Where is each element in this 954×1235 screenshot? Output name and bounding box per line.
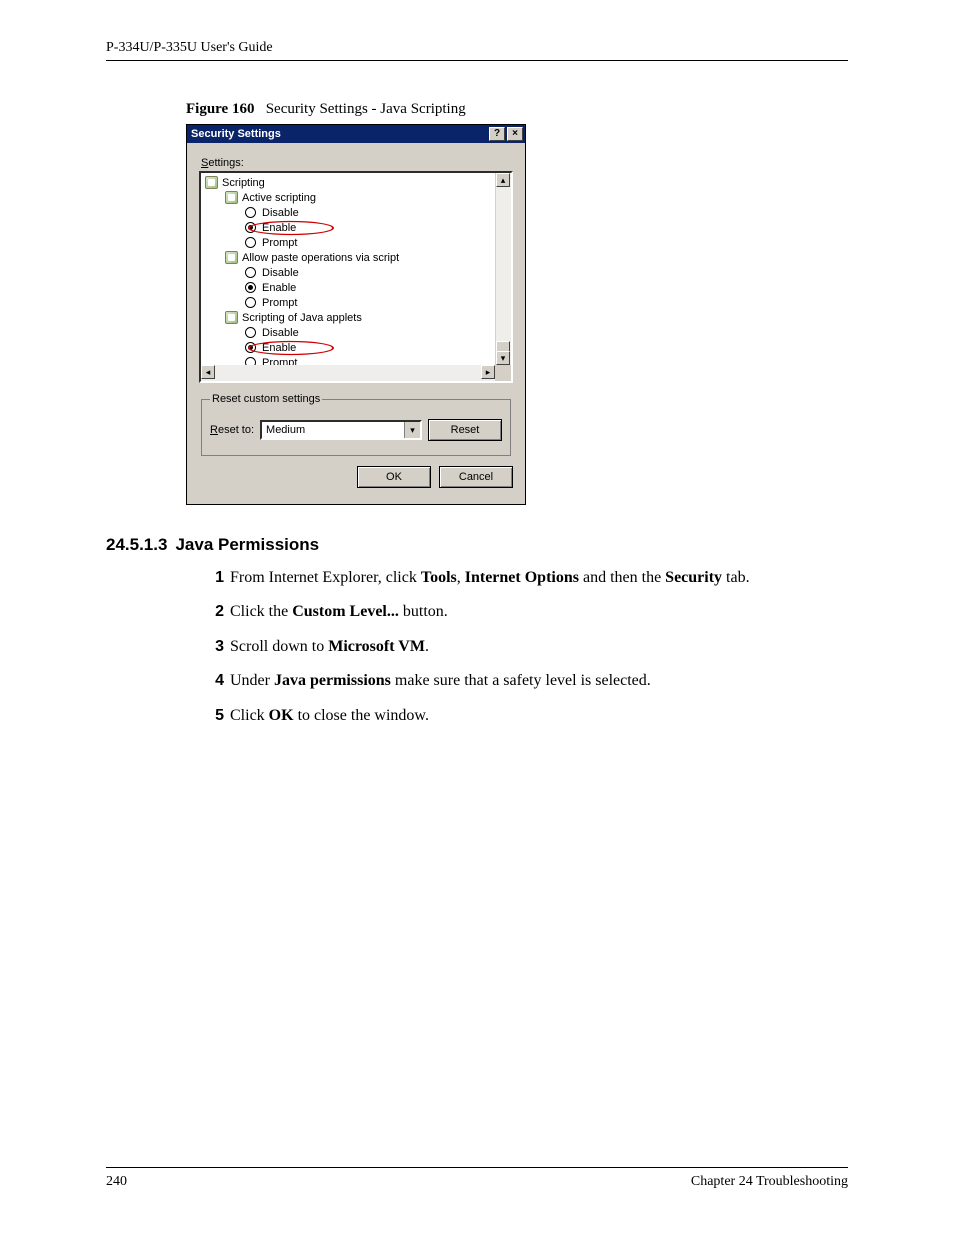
tree-active-scripting: Active scripting bbox=[203, 190, 495, 205]
page-header: P-334U/P-335U User's Guide bbox=[106, 40, 848, 61]
security-settings-dialog: Security Settings ? × Settings: Scriptin… bbox=[186, 124, 526, 505]
horizontal-scrollbar[interactable]: ◂ ▸ bbox=[201, 365, 495, 381]
radio-icon bbox=[245, 357, 256, 365]
script-icon bbox=[225, 191, 238, 204]
radio-enable[interactable]: Enable bbox=[203, 280, 495, 295]
step-number: 3 bbox=[206, 636, 224, 658]
scroll-up-button[interactable]: ▴ bbox=[496, 173, 510, 187]
step-3: 3 Scroll down to Microsoft VM. bbox=[206, 636, 848, 658]
section-number: 24.5.1.3 bbox=[106, 535, 167, 554]
script-icon bbox=[205, 176, 218, 189]
radio-icon bbox=[245, 342, 256, 353]
step-number: 2 bbox=[206, 601, 224, 623]
settings-label: Settings: bbox=[201, 157, 513, 169]
radio-disable[interactable]: Disable bbox=[203, 265, 495, 280]
settings-tree: Scripting Active scripting Disable bbox=[199, 171, 513, 383]
page-number: 240 bbox=[106, 1174, 127, 1190]
radio-prompt[interactable]: Prompt bbox=[203, 355, 495, 365]
script-icon bbox=[225, 251, 238, 264]
close-button[interactable]: × bbox=[507, 127, 523, 141]
tree-root: Scripting bbox=[203, 175, 495, 190]
chapter-label: Chapter 24 Troubleshooting bbox=[691, 1174, 848, 1190]
step-5: 5 Click OK to close the window. bbox=[206, 705, 848, 727]
dialog-titlebar: Security Settings ? × bbox=[187, 125, 525, 143]
radio-prompt[interactable]: Prompt bbox=[203, 295, 495, 310]
vertical-scrollbar[interactable]: ▴ ▾ bbox=[495, 173, 511, 365]
step-4: 4 Under Java permissions make sure that … bbox=[206, 670, 848, 692]
radio-icon bbox=[245, 282, 256, 293]
figure-title: Security Settings - Java Scripting bbox=[266, 101, 466, 117]
radio-enable[interactable]: Enable bbox=[203, 220, 495, 235]
step-number: 5 bbox=[206, 705, 224, 727]
radio-icon bbox=[245, 267, 256, 278]
ok-button[interactable]: OK bbox=[357, 466, 431, 488]
scroll-right-button[interactable]: ▸ bbox=[481, 365, 495, 379]
radio-disable[interactable]: Disable bbox=[203, 325, 495, 340]
section-heading: 24.5.1.3 Java Permissions bbox=[106, 535, 848, 555]
figure-label: Figure 160 bbox=[186, 101, 254, 117]
step-1: 1 From Internet Explorer, click Tools, I… bbox=[206, 567, 848, 589]
radio-icon bbox=[245, 327, 256, 338]
scroll-left-button[interactable]: ◂ bbox=[201, 365, 215, 379]
radio-disable[interactable]: Disable bbox=[203, 205, 495, 220]
cancel-button[interactable]: Cancel bbox=[439, 466, 513, 488]
reset-legend: Reset custom settings bbox=[210, 393, 322, 405]
tree-allow-paste: Allow paste operations via script bbox=[203, 250, 495, 265]
tree-content[interactable]: Scripting Active scripting Disable bbox=[201, 173, 495, 365]
section-title: Java Permissions bbox=[175, 535, 319, 554]
scroll-corner bbox=[495, 365, 511, 381]
radio-icon bbox=[245, 222, 256, 233]
reset-level-value: Medium bbox=[262, 422, 404, 438]
radio-icon bbox=[245, 207, 256, 218]
step-number: 1 bbox=[206, 567, 224, 589]
tree-java-applets: Scripting of Java applets bbox=[203, 310, 495, 325]
figure-caption: Figure 160 Security Settings - Java Scri… bbox=[186, 101, 848, 118]
radio-icon bbox=[245, 237, 256, 248]
step-2: 2 Click the Custom Level... button. bbox=[206, 601, 848, 623]
radio-enable[interactable]: Enable bbox=[203, 340, 495, 355]
reset-to-label: Reset to: bbox=[210, 424, 254, 436]
help-button[interactable]: ? bbox=[489, 127, 505, 141]
script-icon bbox=[225, 311, 238, 324]
chevron-down-icon[interactable]: ▾ bbox=[404, 422, 420, 438]
page-footer: 240 Chapter 24 Troubleshooting bbox=[106, 1167, 848, 1190]
dialog-title: Security Settings bbox=[191, 128, 281, 140]
radio-prompt[interactable]: Prompt bbox=[203, 235, 495, 250]
radio-icon bbox=[245, 297, 256, 308]
reset-level-combo[interactable]: Medium ▾ bbox=[260, 420, 422, 440]
scroll-down-button[interactable]: ▾ bbox=[496, 351, 510, 365]
reset-button[interactable]: Reset bbox=[428, 419, 502, 441]
step-number: 4 bbox=[206, 670, 224, 692]
reset-group: Reset custom settings Reset to: Medium ▾… bbox=[201, 393, 511, 456]
